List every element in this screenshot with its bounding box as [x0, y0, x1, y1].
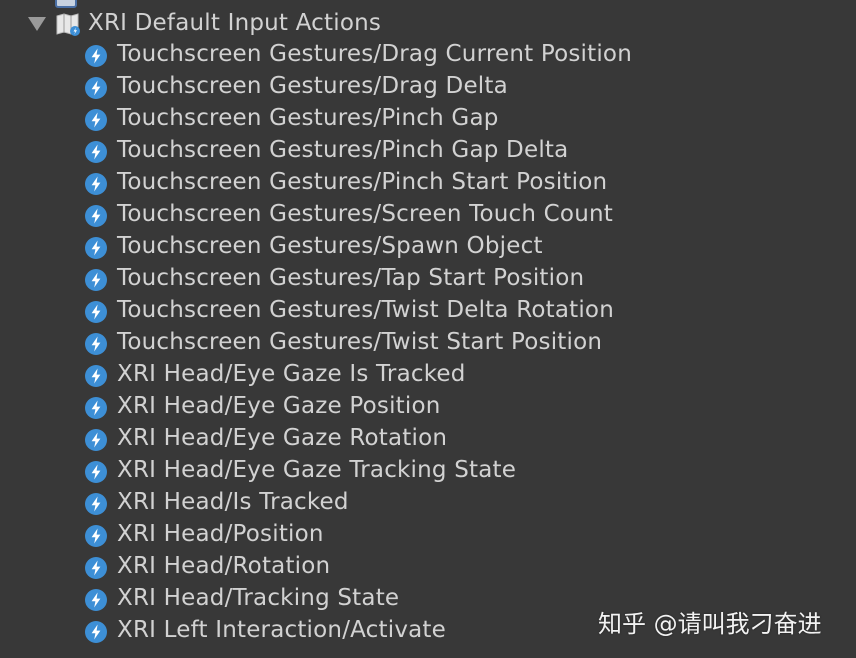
tree-item-action[interactable]: Touchscreen Gestures/Screen Touch Count [0, 200, 856, 232]
action-label: Touchscreen Gestures/Spawn Object [117, 233, 543, 259]
tree-item-action[interactable]: Touchscreen Gestures/Pinch Gap Delta [0, 136, 856, 168]
tree-item-action[interactable]: Touchscreen Gestures/Tap Start Position [0, 264, 856, 296]
tree-item-action[interactable]: Touchscreen Gestures/Twist Start Positio… [0, 328, 856, 360]
lightning-bolt-icon [85, 589, 107, 611]
lightning-bolt-icon [85, 621, 107, 643]
lightning-bolt-icon [85, 333, 107, 355]
action-label: Touchscreen Gestures/Twist Start Positio… [117, 329, 603, 355]
lightning-bolt-icon [85, 397, 107, 419]
tree-item-action[interactable]: XRI Head/Rotation [0, 552, 856, 584]
action-label: XRI Head/Eye Gaze Tracking State [117, 457, 517, 483]
lightning-bolt-icon [85, 493, 107, 515]
previous-tree-row[interactable] [0, 0, 856, 8]
action-label: XRI Head/Rotation [117, 553, 331, 579]
tree-item-action[interactable]: XRI Head/Is Tracked [0, 488, 856, 520]
lightning-bolt-icon [85, 269, 107, 291]
lightning-bolt-icon [85, 557, 107, 579]
tree-item-action[interactable]: XRI Head/Eye Gaze Is Tracked [0, 360, 856, 392]
action-label: XRI Head/Eye Gaze Is Tracked [117, 361, 466, 387]
action-label: Touchscreen Gestures/Twist Delta Rotatio… [117, 297, 614, 323]
lightning-bolt-icon [85, 525, 107, 547]
tree-item-action[interactable]: Touchscreen Gestures/Pinch Start Positio… [0, 168, 856, 200]
tree-item-action[interactable]: Touchscreen Gestures/Twist Delta Rotatio… [0, 296, 856, 328]
action-label: XRI Left Interaction/Activate [117, 617, 447, 643]
action-label: Touchscreen Gestures/Pinch Gap Delta [117, 137, 569, 163]
action-label: Touchscreen Gestures/Tap Start Position [117, 265, 585, 291]
expand-arrow-icon[interactable] [28, 17, 46, 31]
lightning-bolt-icon [85, 429, 107, 451]
lightning-bolt-icon [85, 77, 107, 99]
tree-item-action[interactable]: XRI Head/Eye Gaze Rotation [0, 424, 856, 456]
action-label: Touchscreen Gestures/Pinch Start Positio… [117, 169, 608, 195]
action-label: XRI Head/Eye Gaze Rotation [117, 425, 448, 451]
action-label: Touchscreen Gestures/Drag Current Positi… [117, 41, 632, 67]
tree-item-input-actions-asset[interactable]: XRI Default Input Actions [0, 8, 856, 40]
lightning-bolt-icon [85, 45, 107, 67]
tree-item-action[interactable]: Touchscreen Gestures/Spawn Object [0, 232, 856, 264]
action-label: XRI Head/Eye Gaze Position [117, 393, 441, 419]
tree-item-action[interactable]: Touchscreen Gestures/Drag Delta [0, 72, 856, 104]
lightning-bolt-icon [85, 173, 107, 195]
lightning-bolt-icon [85, 109, 107, 131]
action-label: XRI Head/Is Tracked [117, 489, 349, 515]
parent-label: XRI Default Input Actions [88, 10, 382, 36]
asset-icon [55, 0, 77, 8]
lightning-bolt-icon [85, 365, 107, 387]
tree-item-action[interactable]: Touchscreen Gestures/Pinch Gap [0, 104, 856, 136]
action-label: Touchscreen Gestures/Drag Delta [117, 73, 508, 99]
tree-item-action[interactable]: XRI Head/Eye Gaze Tracking State [0, 456, 856, 488]
action-label: Touchscreen Gestures/Screen Touch Count [117, 201, 613, 227]
watermark: 知乎 @请叫我刁奋进 [598, 610, 822, 638]
tree-item-action[interactable]: XRI Head/Eye Gaze Position [0, 392, 856, 424]
lightning-bolt-icon [85, 301, 107, 323]
tree-item-action[interactable]: Touchscreen Gestures/Drag Current Positi… [0, 40, 856, 72]
lightning-bolt-icon [85, 141, 107, 163]
lightning-bolt-icon [85, 205, 107, 227]
lightning-bolt-icon [85, 461, 107, 483]
action-label: XRI Head/Position [117, 521, 324, 547]
lightning-bolt-icon [85, 237, 107, 259]
action-list: Touchscreen Gestures/Drag Current Positi… [0, 40, 856, 648]
tree-item-action[interactable]: XRI Head/Position [0, 520, 856, 552]
action-label: Touchscreen Gestures/Pinch Gap [117, 105, 499, 131]
input-action-map-icon [56, 13, 80, 36]
action-label: XRI Head/Tracking State [117, 585, 400, 611]
